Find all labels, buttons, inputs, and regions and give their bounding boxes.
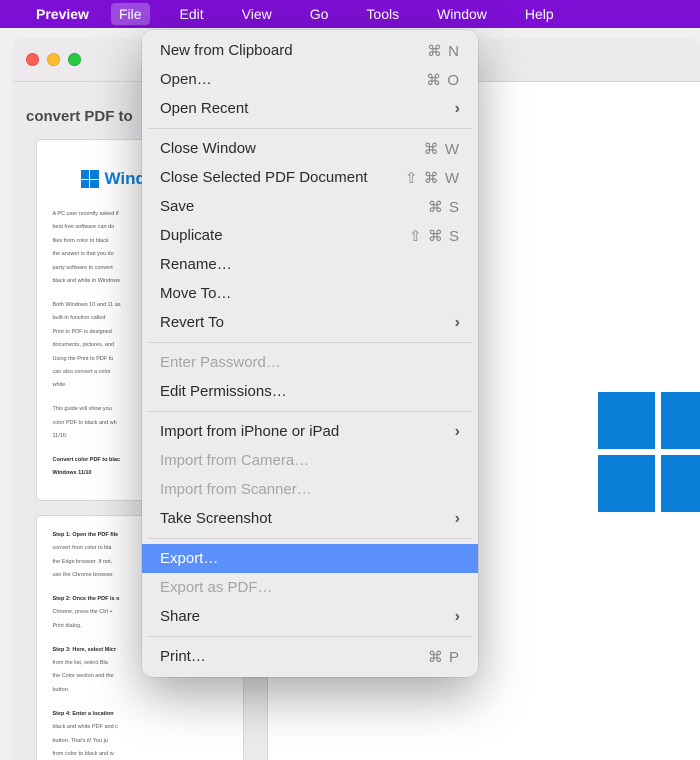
menu-item-print[interactable]: Print… ⌘ P (142, 642, 478, 671)
menu-window[interactable]: Window (429, 3, 495, 25)
menu-separator (148, 538, 472, 539)
menu-item-edit-permissions[interactable]: Edit Permissions… (142, 377, 478, 406)
menu-item-import-from-iphone-or-ipad[interactable]: Import from iPhone or iPad › (142, 417, 478, 446)
menu-item-export-as-pdf: Export as PDF… (142, 573, 478, 602)
menu-item-label: Export as PDF… (160, 579, 273, 596)
menu-view[interactable]: View (234, 3, 280, 25)
menu-item-label: Rename… (160, 256, 232, 273)
menu-shortcut: ⌘ S (428, 198, 460, 216)
menu-item-label: Move To… (160, 285, 231, 302)
menu-separator (148, 411, 472, 412)
menu-item-label: Export… (160, 550, 218, 567)
menu-item-new-from-clipboard[interactable]: New from Clipboard ⌘ N (142, 36, 478, 65)
app-name[interactable]: Preview (36, 6, 89, 22)
menu-item-label: Open Recent (160, 100, 248, 117)
menu-edit[interactable]: Edit (172, 3, 212, 25)
menu-item-revert-to[interactable]: Revert To › (142, 308, 478, 337)
menu-item-label: Revert To (160, 314, 224, 331)
file-menu-dropdown: New from Clipboard ⌘ N Open… ⌘ O Open Recent… (142, 30, 478, 677)
thumb-text-line: Step 4: Enter a location (53, 711, 227, 718)
menu-item-label: Save (160, 198, 194, 215)
menu-item-label: Duplicate (160, 227, 223, 244)
chevron-right-icon: › (455, 608, 460, 626)
chevron-right-icon: › (455, 314, 460, 332)
windows-logo-icon (81, 170, 99, 188)
menu-tools[interactable]: Tools (358, 3, 407, 25)
menu-item-import-from-scanner: Import from Scanner… (142, 475, 478, 504)
menu-help[interactable]: Help (517, 3, 562, 25)
chevron-right-icon: › (455, 510, 460, 528)
menu-item-move-to[interactable]: Move To… (142, 279, 478, 308)
menu-item-duplicate[interactable]: Duplicate ⇧ ⌘ S (142, 221, 478, 250)
menu-item-open-recent[interactable]: Open Recent › (142, 94, 478, 123)
menu-item-label: Import from Camera… (160, 452, 309, 469)
menu-item-close-window[interactable]: Close Window ⌘ W (142, 134, 478, 163)
traffic-lights (26, 53, 81, 66)
thumb-text-line: button. That's it! You ju (53, 738, 227, 745)
minimize-window-button[interactable] (47, 53, 60, 66)
menu-shortcut: ⇧ ⌘ S (409, 227, 460, 245)
menu-shortcut: ⌘ P (428, 648, 460, 666)
menu-item-label: Close Window (160, 140, 256, 157)
menu-file[interactable]: File (111, 3, 150, 25)
menu-item-close-selected-pdf-document[interactable]: Close Selected PDF Document ⇧ ⌘ W (142, 163, 478, 192)
menu-separator (148, 128, 472, 129)
menu-item-take-screenshot[interactable]: Take Screenshot › (142, 504, 478, 533)
menu-item-label: Close Selected PDF Document (160, 169, 368, 186)
menu-item-open[interactable]: Open… ⌘ O (142, 65, 478, 94)
thumb-text-line: button. (53, 687, 227, 694)
chevron-right-icon: › (455, 423, 460, 441)
menu-item-rename[interactable]: Rename… (142, 250, 478, 279)
menu-shortcut: ⌘ W (424, 140, 460, 158)
chevron-right-icon: › (455, 100, 460, 118)
menu-item-share[interactable]: Share › (142, 602, 478, 631)
menu-item-import-from-camera: Import from Camera… (142, 446, 478, 475)
menu-separator (148, 342, 472, 343)
menu-go[interactable]: Go (302, 3, 337, 25)
zoom-window-button[interactable] (68, 53, 81, 66)
menubar: Preview File Edit View Go Tools Window H… (0, 0, 700, 28)
thumb-text-line (53, 700, 227, 707)
menu-item-label: Edit Permissions… (160, 383, 287, 400)
thumb-text-line: black and white PDF and c (53, 724, 227, 731)
menu-item-label: Import from Scanner… (160, 481, 312, 498)
menu-shortcut: ⌘ O (426, 71, 460, 89)
menu-item-label: Import from iPhone or iPad (160, 423, 339, 440)
menu-item-label: New from Clipboard (160, 42, 293, 59)
menu-item-label: Take Screenshot (160, 510, 272, 527)
menu-item-label: Share (160, 608, 200, 625)
menu-item-export[interactable]: Export… (142, 544, 478, 573)
menu-item-label: Print… (160, 648, 206, 665)
thumb-text-line: from color to black and w (53, 751, 227, 758)
menu-shortcut: ⌘ N (427, 42, 460, 60)
menu-item-enter-password: Enter Password… (142, 348, 478, 377)
menu-shortcut: ⇧ ⌘ W (405, 169, 460, 187)
menu-item-label: Enter Password… (160, 354, 281, 371)
windows-logo-text: Wind (105, 168, 146, 191)
windows-logo-large-icon (598, 392, 700, 512)
close-window-button[interactable] (26, 53, 39, 66)
menu-item-label: Open… (160, 71, 212, 88)
menu-separator (148, 636, 472, 637)
menu-item-save[interactable]: Save ⌘ S (142, 192, 478, 221)
